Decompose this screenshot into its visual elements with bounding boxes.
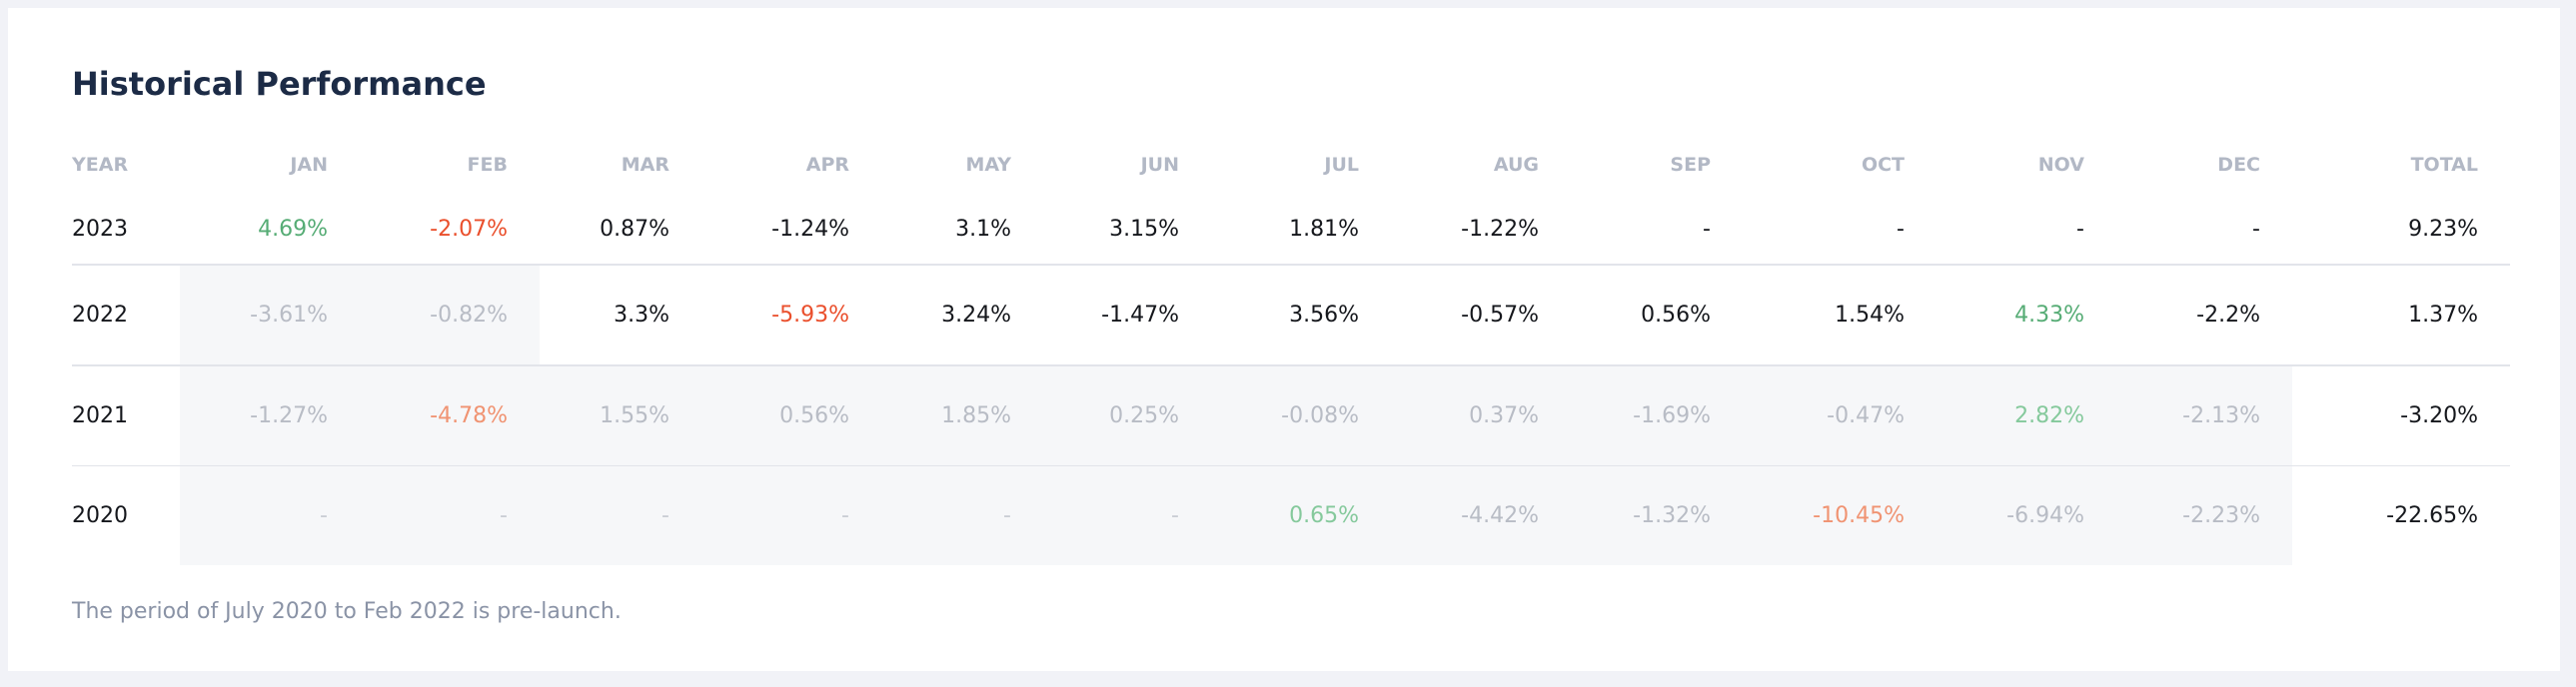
column-header-aug: AUG <box>1493 154 1539 176</box>
month-return-cell: -1.24% <box>771 216 849 242</box>
table-row: 2022 -3.61% -0.82% 3.3% -5.93% 3.24% -1.47% 3.5… <box>72 264 2510 365</box>
month-return-cell: -5.93% <box>701 264 881 365</box>
month-return-cell: - <box>2252 216 2260 242</box>
month-return-cell: -2.13% <box>2116 364 2292 466</box>
month-return-cell: 0.56% <box>701 364 881 466</box>
month-return-cell: -1.22% <box>1461 216 1539 242</box>
column-header-year: YEAR <box>72 154 129 176</box>
month-return-cell: 3.15% <box>1109 216 1179 242</box>
month-return-cell: -1.47% <box>1043 264 1211 365</box>
month-return-cell: -4.42% <box>1391 465 1571 565</box>
column-header-sep: SEP <box>1670 154 1711 176</box>
total-cell: 9.23% <box>2408 216 2478 242</box>
month-return-cell: 0.37% <box>1391 364 1571 466</box>
month-return-cell: 0.25% <box>1043 364 1211 466</box>
month-return-cell: 3.1% <box>955 216 1011 242</box>
month-return-cell: 2.82% <box>1936 364 2116 466</box>
month-return-cell: - <box>701 465 881 565</box>
month-return-cell: 3.56% <box>1211 264 1391 365</box>
month-return-cell: -2.2% <box>2116 264 2292 365</box>
month-return-cell: -2.07% <box>430 216 508 242</box>
column-header-total: TOTAL <box>2410 154 2478 176</box>
month-return-cell: 3.3% <box>540 264 701 365</box>
column-header-nov: NOV <box>2037 154 2084 176</box>
month-return-cell: -0.82% <box>360 264 540 365</box>
month-return-cell: -6.94% <box>1936 465 2116 565</box>
column-header-dec: DEC <box>2217 154 2260 176</box>
column-header-may: MAY <box>965 154 1011 176</box>
month-return-cell: 1.81% <box>1289 216 1359 242</box>
year-cell: 2023 <box>72 216 128 242</box>
column-header-feb: FEB <box>467 154 508 176</box>
month-return-cell: 1.55% <box>540 364 701 466</box>
header-row: YEAR JAN FEB MAR APR MAY JUN JUL AUG SEP OCT NOV DEC… <box>72 136 2510 194</box>
column-header-oct: OCT <box>1861 154 1905 176</box>
performance-table: YEAR JAN FEB MAR APR MAY JUN JUL AUG SEP OCT NOV DEC… <box>72 136 2510 565</box>
month-return-cell: 4.69% <box>258 216 328 242</box>
total-cell: -22.65% <box>2292 465 2510 565</box>
total-cell: 1.37% <box>2292 264 2510 365</box>
month-return-cell: 0.87% <box>600 216 669 242</box>
month-return-cell: 0.56% <box>1571 264 1743 365</box>
month-return-cell: -1.69% <box>1571 364 1743 466</box>
table-row: 2023 4.69% -2.07% 0.87% -1.24% 3.1% 3.15% 1.81%… <box>72 194 2510 265</box>
pre-launch-note: The period of July 2020 to Feb 2022 is p… <box>72 599 622 624</box>
month-return-cell: - <box>881 465 1043 565</box>
month-return-cell: -2.23% <box>2116 465 2292 565</box>
month-return-cell: -10.45% <box>1743 465 1936 565</box>
column-header-jul: JUL <box>1324 154 1359 176</box>
month-return-cell: - <box>180 465 360 565</box>
month-return-cell: 1.54% <box>1743 264 1936 365</box>
column-header-mar: MAR <box>621 154 669 176</box>
month-return-cell: -0.57% <box>1391 264 1571 365</box>
year-cell: 2022 <box>72 264 180 365</box>
month-return-cell: - <box>1897 216 1905 242</box>
table-row: 2021 -1.27% -4.78% 1.55% 0.56% 1.85% 0.25% -0.0… <box>72 364 2510 466</box>
month-return-cell: 0.65% <box>1211 465 1391 565</box>
month-return-cell: 3.24% <box>881 264 1043 365</box>
month-return-cell: - <box>2076 216 2084 242</box>
month-return-cell: - <box>1703 216 1711 242</box>
month-return-cell: -0.08% <box>1211 364 1391 466</box>
month-return-cell: -3.61% <box>180 264 360 365</box>
month-return-cell: - <box>1043 465 1211 565</box>
month-return-cell: 1.85% <box>881 364 1043 466</box>
historical-performance-card: Historical Performance YEAR JAN FEB MAR APR M… <box>8 8 2560 671</box>
month-return-cell: - <box>540 465 701 565</box>
month-return-cell: 4.33% <box>1936 264 2116 365</box>
month-return-cell: - <box>360 465 540 565</box>
month-return-cell: -0.47% <box>1743 364 1936 466</box>
table-header: YEAR JAN FEB MAR APR MAY JUN JUL AUG SEP OCT NOV DEC… <box>72 136 2510 194</box>
year-cell: 2021 <box>72 364 180 466</box>
year-cell: 2020 <box>72 465 180 565</box>
month-return-cell: -4.78% <box>360 364 540 466</box>
month-return-cell: -1.32% <box>1571 465 1743 565</box>
column-header-jun: JUN <box>1140 154 1179 176</box>
column-header-jan: JAN <box>290 154 328 176</box>
column-header-apr: APR <box>805 154 849 176</box>
table-row: 2020- - - - - -0.65% -4.42% -1.32% -10.45% -6.94%… <box>72 465 2510 565</box>
table-body: 2023 4.69% -2.07% 0.87% -1.24% 3.1% 3.15% 1.81%… <box>72 194 2510 565</box>
card-title: Historical Performance <box>72 65 487 103</box>
total-cell: -3.20% <box>2292 364 2510 466</box>
month-return-cell: -1.27% <box>180 364 360 466</box>
